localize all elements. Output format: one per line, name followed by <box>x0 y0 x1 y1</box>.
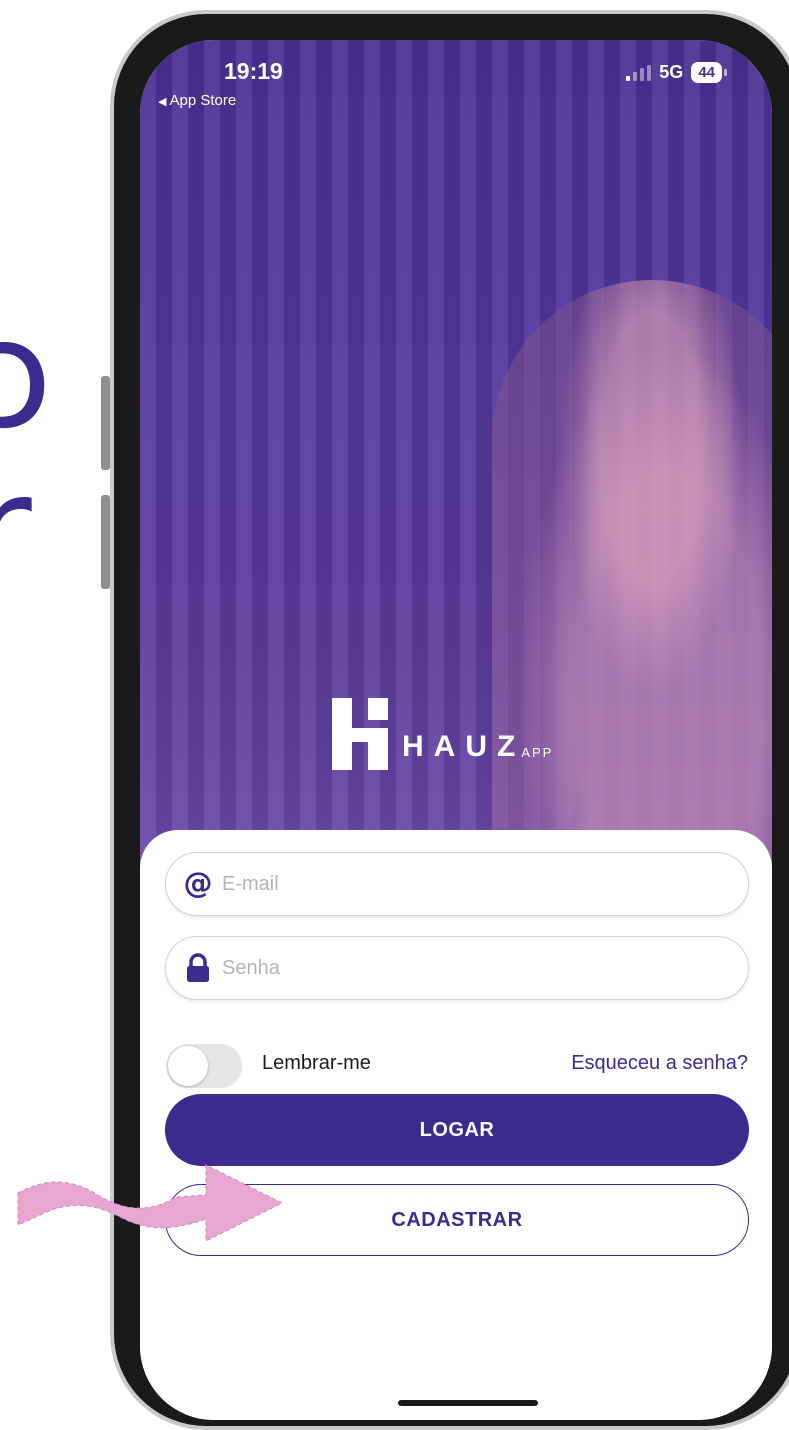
phone-volume-down-button <box>101 495 110 589</box>
email-field[interactable]: @ <box>165 852 749 916</box>
cropped-heading-glyph-2: r <box>0 443 32 617</box>
remember-me-toggle[interactable] <box>166 1044 242 1088</box>
battery-icon: 44 <box>691 62 727 83</box>
email-input[interactable] <box>218 871 748 897</box>
at-icon: @ <box>178 868 218 900</box>
hero-background: 19:19 ◀ App Store 5G 44 HAUZ APP <box>140 40 772 880</box>
pink-arrow-annotation <box>17 1164 284 1242</box>
forgot-password-link[interactable]: Esqueceu a senha? <box>571 1052 748 1075</box>
logo-wordmark: HAUZ <box>402 730 526 763</box>
remember-me-label: Lembrar-me <box>262 1052 371 1074</box>
svg-text:@: @ <box>184 868 213 900</box>
status-indicators: 5G 44 <box>626 62 727 83</box>
password-input[interactable] <box>218 955 748 981</box>
battery-level: 44 <box>698 64 715 81</box>
phone-volume-up-button <box>101 376 110 470</box>
hauz-logo: HAUZ APP <box>332 698 553 770</box>
back-label: App Store <box>169 92 237 109</box>
lock-icon <box>178 953 218 983</box>
back-triangle-icon: ◀ <box>158 96 167 108</box>
signal-icon <box>626 64 652 81</box>
toggle-knob <box>168 1046 208 1086</box>
password-field[interactable] <box>165 936 749 1000</box>
status-time: 19:19 <box>224 58 283 84</box>
logo-suffix: APP <box>521 745 554 760</box>
hero-photo <box>492 280 772 880</box>
home-indicator <box>398 1400 538 1406</box>
logo-mark-icon <box>332 698 388 770</box>
cropped-heading-glyph-1: ɔ <box>0 288 53 462</box>
network-type: 5G <box>659 62 684 82</box>
back-to-app-store[interactable]: ◀ App Store <box>158 92 236 109</box>
